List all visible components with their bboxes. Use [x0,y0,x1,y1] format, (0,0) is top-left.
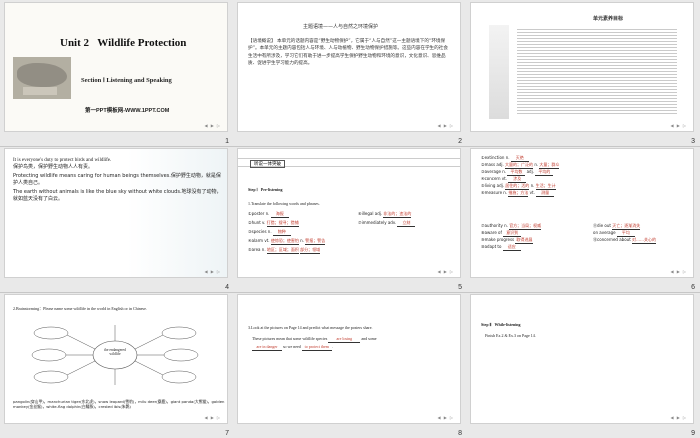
vocab-item: ⑤living adj. 居住的；活的 n. 生活；生计 [481,183,556,190]
answer-blank: are in danger [252,344,282,351]
slide-1[interactable]: Unit 2 Wildlife Protection Section Ⅰ Lis… [4,2,228,132]
phrase-list-left: ⑦authority n. 官方；当局；权威 ⑧aware of 意识到 ⑨ma… [481,223,581,251]
slide-nav-arrows: ◀ ▶ ▷ [204,415,221,420]
mind-map-node [33,326,69,340]
slide-number: 2 [458,138,462,145]
dense-text-block [517,27,677,119]
vocab-item: ⑨make progress 取得进展 [481,237,534,244]
slide-9[interactable]: Step Ⅱ While-listening Finish Ex.2 & Ex.… [470,294,694,424]
step-label: Step Ⅱ While-listening [481,322,521,327]
slide-number: 7 [225,430,229,437]
mind-map-center-label: the endangered wildlife [104,348,126,357]
slide-2[interactable]: 主题语境——人与自然之环境保护 【语境概说】 本单元的话题内容是“野生动物保护”… [237,2,461,132]
vocab-item: ⑫concerned about 对……关心的 [593,237,657,244]
slide-thumbnail-4[interactable]: It is everyone's duty to protect birds a… [0,146,233,292]
fill-in-line-2: are in danger so we need to protect them… [252,344,458,351]
vocab-item: ⑤area n. 地区；区域；面积 部分；领域 [248,247,321,254]
brainstorm-answer: pangolin(穿山甲)，manchurian tiger(东北虎)，snow… [13,399,225,410]
quote-1-en: It is everyone's duty to protect birds a… [13,158,112,163]
vocab-item: on average 平均 [593,230,693,237]
vocab-item: ②hunt v. 打猎；搜寻；猎捕 [248,220,299,227]
slide-4[interactable]: It is everyone's duty to protect birds a… [4,148,228,278]
vocab-item: ③species n. 物种 [248,229,348,236]
slide-thumbnail-8[interactable]: 3.Look at the pictures on Page 14 and pr… [233,292,466,438]
mind-map-node [33,370,69,384]
vocab-item: ⑩adapt to 适应 [481,244,581,251]
slide-number: 8 [458,430,462,437]
unit-title: Unit 2 Wildlife Protection [60,37,187,49]
quote-1-zh: 保护鸟类，保护野生动物人人有责。 [13,164,94,170]
quote-3: The earth without animals is like the bl… [13,189,222,202]
slide-thumbnail-3[interactable]: 单元素养目标 ◀ ▶ ▷ 3 [466,0,699,146]
slide-nav-arrows: ◀ ▶ ▷ [670,269,687,274]
slide-nav-arrows: ◀ ▶ ▷ [437,269,454,274]
fill-in-line-1: These pictures mean that some wildlife s… [252,336,377,343]
vocab-item: ⑪die out 灭亡；逐渐消失 [593,223,641,230]
vocab-item: ③average n. 平均数 adj. 平均的 [481,169,691,176]
slide-5[interactable]: 听说一体突破 Step Ⅰ Pre-listening 1.Translate … [237,148,461,278]
vocab-item: ⑦authority n. 官方；当局；权威 [481,223,542,230]
vocab-list: ①extinction n. 灭绝 ②mass adj. 大量的；广泛的 n. … [481,155,691,197]
slide-thumbnail-9[interactable]: Step Ⅱ While-listening Finish Ex.2 & Ex.… [466,292,699,438]
vocab-list-right: ⑥illegal adj. 非法的；违法的 ⑦immediately adv. … [358,211,458,227]
vintage-animal-illustration [13,57,71,99]
mind-map-node [161,326,197,340]
quotes-block: It is everyone's duty to protect birds a… [13,157,223,203]
vocab-item: ⑦immediately adv. 立刻 [358,220,458,227]
vocab-item: ④concern vt. 涉及 [481,176,691,183]
watermark-text: 第一PPT模板网-WWW.1PPT.COM [85,108,170,114]
slide-thumbnail-2[interactable]: 主题语境——人与自然之环境保护 【语境概说】 本单元的话题内容是“野生动物保护”… [233,0,466,146]
slide-number: 4 [225,284,229,291]
slide-7[interactable]: 2.Brainstorming：Please name some wildlif… [4,294,228,424]
slide-6[interactable]: ①extinction n. 灭绝 ②mass adj. 大量的；广泛的 n. … [470,148,694,278]
slide-heading: 单元素养目标 [593,16,624,22]
slide-thumbnail-6[interactable]: ①extinction n. 灭绝 ②mass adj. 大量的；广泛的 n. … [466,146,699,292]
slide-nav-arrows: ◀ ▶ ▷ [204,123,221,128]
slide-number: 9 [691,430,695,437]
slide-number: 3 [691,138,695,145]
slide-8[interactable]: 3.Look at the pictures on Page 14 and pr… [237,294,461,424]
answer-blank: are losing [328,336,361,343]
header-bar: 听说一体突破 [238,158,460,168]
slide-number: 5 [458,284,462,291]
slide-nav-arrows: ◀ ▶ ▷ [437,123,454,128]
slide-number: 1 [225,138,229,145]
vocab-item: ①poster n. 海报 [248,211,348,218]
vocab-item: ②mass adj. 大量的；广泛的 n. 大量；群众 [481,162,560,169]
prediction-question: 3.Look at the pictures on Page 14 and pr… [248,325,373,330]
instruction: 1.Translate the following words and phra… [248,201,320,206]
slide-heading: 主题语境——人与自然之环境保护 [303,24,379,30]
vocab-item: ⑧aware of 意识到 [481,230,581,237]
vocab-item: ⑥illegal adj. 非法的；违法的 [358,211,412,218]
mind-map-node [31,348,67,362]
mind-map-node [161,370,197,384]
vocab-item: ④alarm vt. 使惊恐；使害怕 n. 警报；警告 [248,238,326,245]
vocab-item: ⑥measure n. 措施；方法 vt. 测量 [481,190,691,197]
brainstorm-question: 2.Brainstorming：Please name some wildlif… [13,306,147,311]
slide-nav-arrows: ◀ ▶ ▷ [204,269,221,274]
answer-blank: to protect them [301,344,332,351]
slide-nav-arrows: ◀ ▶ ▷ [437,415,454,420]
phrase-list-right: ⑪die out 灭亡；逐渐消失 on average 平均 ⑫concerne… [593,223,693,244]
slide-thumbnail-7[interactable]: 2.Brainstorming：Please name some wildlif… [0,292,233,438]
quote-2: Protecting wildlife means caring for hum… [13,173,221,186]
slide-number: 6 [691,284,695,291]
slide-3[interactable]: 单元素养目标 ◀ ▶ ▷ [470,2,694,132]
vocab-list-left: ①poster n. 海报 ②hunt v. 打猎；搜寻；猎捕 ③species… [248,211,348,254]
context-paragraph: 【语境概说】 本单元的话题内容是“野生动物保护”，它属于“人与自然”这一主题语境… [248,39,448,67]
slide-nav-arrows: ◀ ▶ ▷ [670,415,687,420]
slide-thumbnail-5[interactable]: 听说一体突破 Step Ⅰ Pre-listening 1.Translate … [233,146,466,292]
section-badge: 听说一体突破 [250,160,285,168]
decorative-sidebar [489,25,509,119]
mind-map-node [163,348,199,362]
step-label: Step Ⅰ Pre-listening [248,187,283,192]
vocab-item: ①extinction n. 灭绝 [481,155,691,162]
slide-grid: Unit 2 Wildlife Protection Section Ⅰ Lis… [0,0,700,438]
slide-thumbnail-1[interactable]: Unit 2 Wildlife Protection Section Ⅰ Lis… [0,0,233,146]
instruction: Finish Ex.2 & Ex.3 on Page 14. [485,333,536,338]
section-title: Section Ⅰ Listening and Speaking [81,77,172,84]
slide-nav-arrows: ◀ ▶ ▷ [670,123,687,128]
